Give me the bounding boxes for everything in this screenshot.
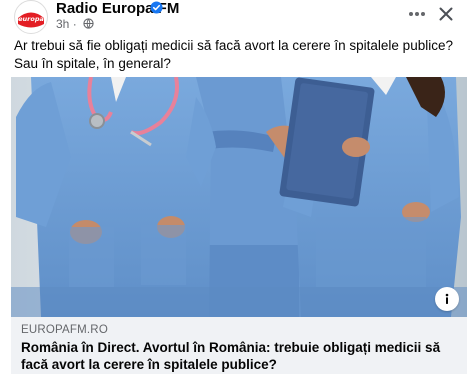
page-avatar[interactable]: europa <box>14 0 48 34</box>
close-icon <box>439 7 453 21</box>
post-image[interactable] <box>11 77 467 317</box>
verified-badge-icon <box>150 1 163 14</box>
post-text: Ar trebui să fie obligați medicii să fac… <box>14 38 453 71</box>
info-icon <box>445 293 449 304</box>
post-meta: 3h · <box>56 17 94 31</box>
doctors-in-scrubs-photo <box>11 77 467 317</box>
link-preview[interactable]: EUROPAFM.RO România în Direct. Avortul î… <box>11 317 467 374</box>
link-title[interactable]: România în Direct. Avortul în România: t… <box>21 339 451 373</box>
post-time[interactable]: 3h <box>56 17 69 31</box>
link-domain: EUROPAFM.RO <box>21 324 108 336</box>
europa-fm-logo: europa <box>16 2 46 32</box>
info-button[interactable] <box>435 287 459 311</box>
more-horizontal-icon <box>409 12 425 16</box>
globe-icon[interactable] <box>83 18 94 29</box>
post-header: europa Radio Europa FM 3h · <box>0 0 474 34</box>
svg-text:europa: europa <box>18 15 44 23</box>
close-button[interactable] <box>432 2 460 26</box>
more-options-button[interactable] <box>402 2 432 26</box>
meta-separator: · <box>72 17 77 31</box>
